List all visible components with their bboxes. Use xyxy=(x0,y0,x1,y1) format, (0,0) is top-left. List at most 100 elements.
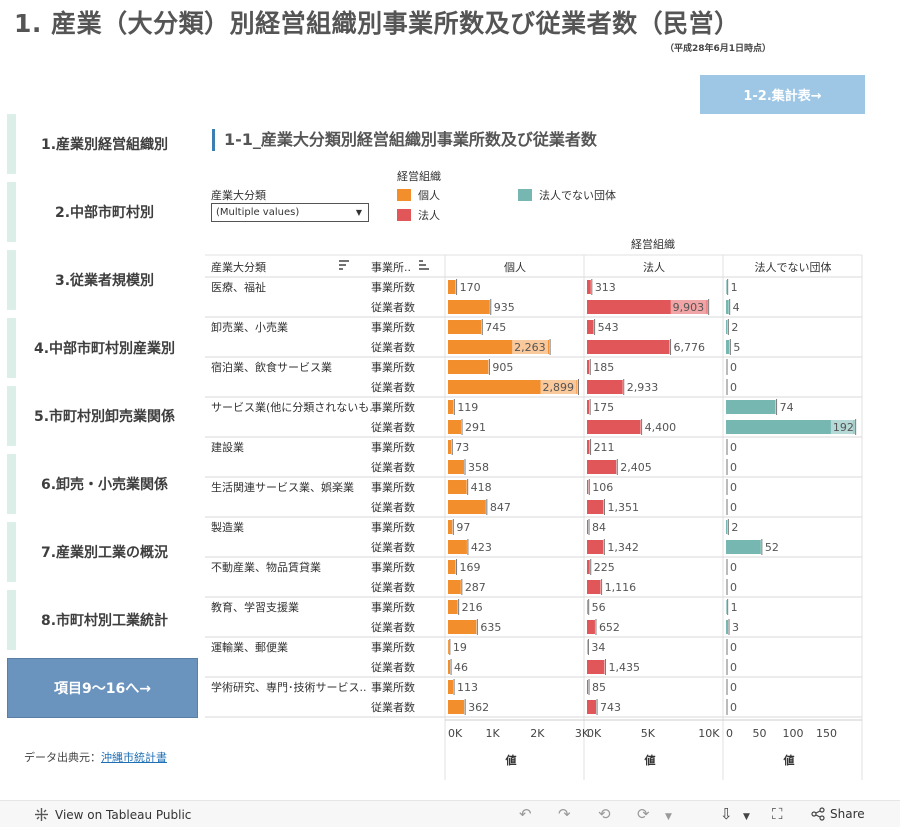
data-label: 84 xyxy=(592,521,606,534)
industry-filter-select[interactable]: (Multiple values) ▼ xyxy=(211,203,369,222)
tally-table-button[interactable]: 1-2.集計表→ xyxy=(700,75,865,114)
industry-label: 製造業 xyxy=(211,520,244,534)
share-button[interactable]: Share xyxy=(811,807,865,821)
data-label: 56 xyxy=(592,601,606,614)
data-label: 1,351 xyxy=(607,501,639,514)
bar-0 xyxy=(448,540,467,554)
data-label: 113 xyxy=(457,681,478,694)
fullscreen-icon[interactable]: ⛶ xyxy=(772,806,783,822)
view-on-tableau-button[interactable]: View on Tableau Public xyxy=(34,807,191,822)
bar-0 xyxy=(448,500,486,514)
data-label: 9,903 xyxy=(673,301,705,314)
legend-swatch-non-corporate xyxy=(518,189,532,201)
axis-tick-label: 10K xyxy=(698,727,720,740)
bar-2 xyxy=(726,300,729,314)
axis-tick-label: 100 xyxy=(783,727,804,740)
data-label: 5 xyxy=(733,341,740,354)
data-label: 0 xyxy=(730,661,737,674)
industry-label: 医療、福祉 xyxy=(211,280,266,294)
data-label: 0 xyxy=(730,561,737,574)
sidebar-item-industry-org[interactable]: 1.産業別経営組織別 xyxy=(7,114,197,174)
measure-label: 従業者数 xyxy=(371,581,415,594)
measure-label: 事業所数 xyxy=(371,561,415,574)
bar-1 xyxy=(587,680,589,694)
panel-header-1: 法人 xyxy=(643,260,665,274)
axis-title: 値 xyxy=(505,753,517,767)
bar-2 xyxy=(726,340,730,354)
data-label: 1,435 xyxy=(608,661,640,674)
source-link[interactable]: 沖縄市統計書 xyxy=(101,751,167,764)
data-label: 3 xyxy=(732,621,739,634)
axis-tick-label: 50 xyxy=(753,727,767,740)
data-label: 185 xyxy=(593,361,614,374)
bar-2 xyxy=(726,600,727,614)
sidebar-item-retail[interactable]: 6.卸売・小売業関係 xyxy=(7,454,197,514)
data-label: 97 xyxy=(456,521,470,534)
legend-item-individual[interactable]: 個人 xyxy=(397,187,440,203)
measure-label: 事業所数 xyxy=(371,361,415,374)
data-label: 106 xyxy=(592,481,613,494)
redo-icon[interactable]: ↷ xyxy=(558,806,571,822)
bar-0 xyxy=(448,580,461,594)
history-dropdown-icon[interactable]: ▼ xyxy=(665,809,672,825)
data-label: 935 xyxy=(494,301,515,314)
data-source: データ出典元：沖縄市統計書 xyxy=(24,749,167,765)
axis-tick-label: 2K xyxy=(530,727,545,740)
bar-1 xyxy=(587,320,594,334)
bar-0 xyxy=(448,660,451,674)
next-items-button[interactable]: 項目9〜16へ→ xyxy=(7,658,198,718)
forward-icon[interactable]: ⟳ xyxy=(637,806,650,822)
undo-icon[interactable]: ↶ xyxy=(519,806,532,822)
bar-2 xyxy=(726,540,761,554)
bar-1 xyxy=(587,440,590,454)
tableau-icon xyxy=(35,808,48,821)
bar-1 xyxy=(587,700,597,714)
industry-label: サービス業(他に分類されないも.. xyxy=(211,401,376,414)
sidebar-item-industry-overview[interactable]: 7.産業別工業の概況 xyxy=(7,522,197,582)
bar-1 xyxy=(587,380,623,394)
data-label: 34 xyxy=(591,641,605,654)
measure-label: 事業所数 xyxy=(371,321,415,334)
industry-label: 卸売業、小売業 xyxy=(211,320,288,334)
bar-1 xyxy=(587,620,595,634)
download-dropdown-icon[interactable]: ▼ xyxy=(743,809,750,825)
industry-label: 宿泊業、飲食サービス業 xyxy=(211,360,332,374)
panel-header-2: 法人でない団体 xyxy=(755,260,832,274)
bar-0 xyxy=(448,520,453,534)
axis-tick-label: 150 xyxy=(816,727,837,740)
bar-chart[interactable]: 経営組織産業大分類 事業所.. 個人 法人 法人でない団体医療、福祉 事業所数 170 313… xyxy=(205,235,865,780)
data-label: 358 xyxy=(468,461,489,474)
axis-tick-label: 0 xyxy=(726,727,733,740)
measure-label: 事業所数 xyxy=(371,281,415,294)
sidebar-item-wholesale[interactable]: 5.市町村別卸売業関係 xyxy=(7,386,197,446)
data-label: 313 xyxy=(595,281,616,294)
bar-0 xyxy=(448,700,465,714)
data-label: 2,263 xyxy=(514,341,546,354)
legend-item-corporation[interactable]: 法人 xyxy=(397,207,440,223)
measure-label: 事業所数 xyxy=(371,601,415,614)
share-label: Share xyxy=(830,807,865,821)
industry-label: 不動産業、物品賃貸業 xyxy=(211,560,321,574)
row-header-industry: 産業大分類 xyxy=(211,260,266,274)
legend-label-individual: 個人 xyxy=(418,189,440,202)
sidebar-item-municipality[interactable]: 2.中部市町村別 xyxy=(7,182,197,242)
sidebar-item-municipality-industry[interactable]: 4.中部市町村別産業別 xyxy=(7,318,197,378)
legend-item-non-corporate[interactable]: 法人でない団体 xyxy=(518,187,616,203)
sidebar-item-industry-stats[interactable]: 8.市町村別工業統計 xyxy=(7,590,197,650)
page-subtitle: （平成28年6月1日時点） xyxy=(665,44,772,54)
download-icon[interactable]: ⇩ xyxy=(720,806,733,822)
measure-label: 従業者数 xyxy=(371,621,415,634)
measure-label: 従業者数 xyxy=(371,381,415,394)
row-header-measure: 事業所.. xyxy=(371,261,411,274)
data-label: 0 xyxy=(730,501,737,514)
data-label: 0 xyxy=(730,381,737,394)
data-label: 287 xyxy=(465,581,486,594)
revert-icon[interactable]: ⟲ xyxy=(598,806,611,822)
bar-2 xyxy=(726,280,727,294)
axis-title: 値 xyxy=(783,753,795,767)
bar-1 xyxy=(587,340,670,354)
bar-1 xyxy=(587,540,604,554)
sidebar-item-employee-scale[interactable]: 3.従業者規模別 xyxy=(7,250,197,310)
industry-label: 教育、学習支援業 xyxy=(211,600,299,614)
measure-label: 事業所数 xyxy=(371,481,415,494)
